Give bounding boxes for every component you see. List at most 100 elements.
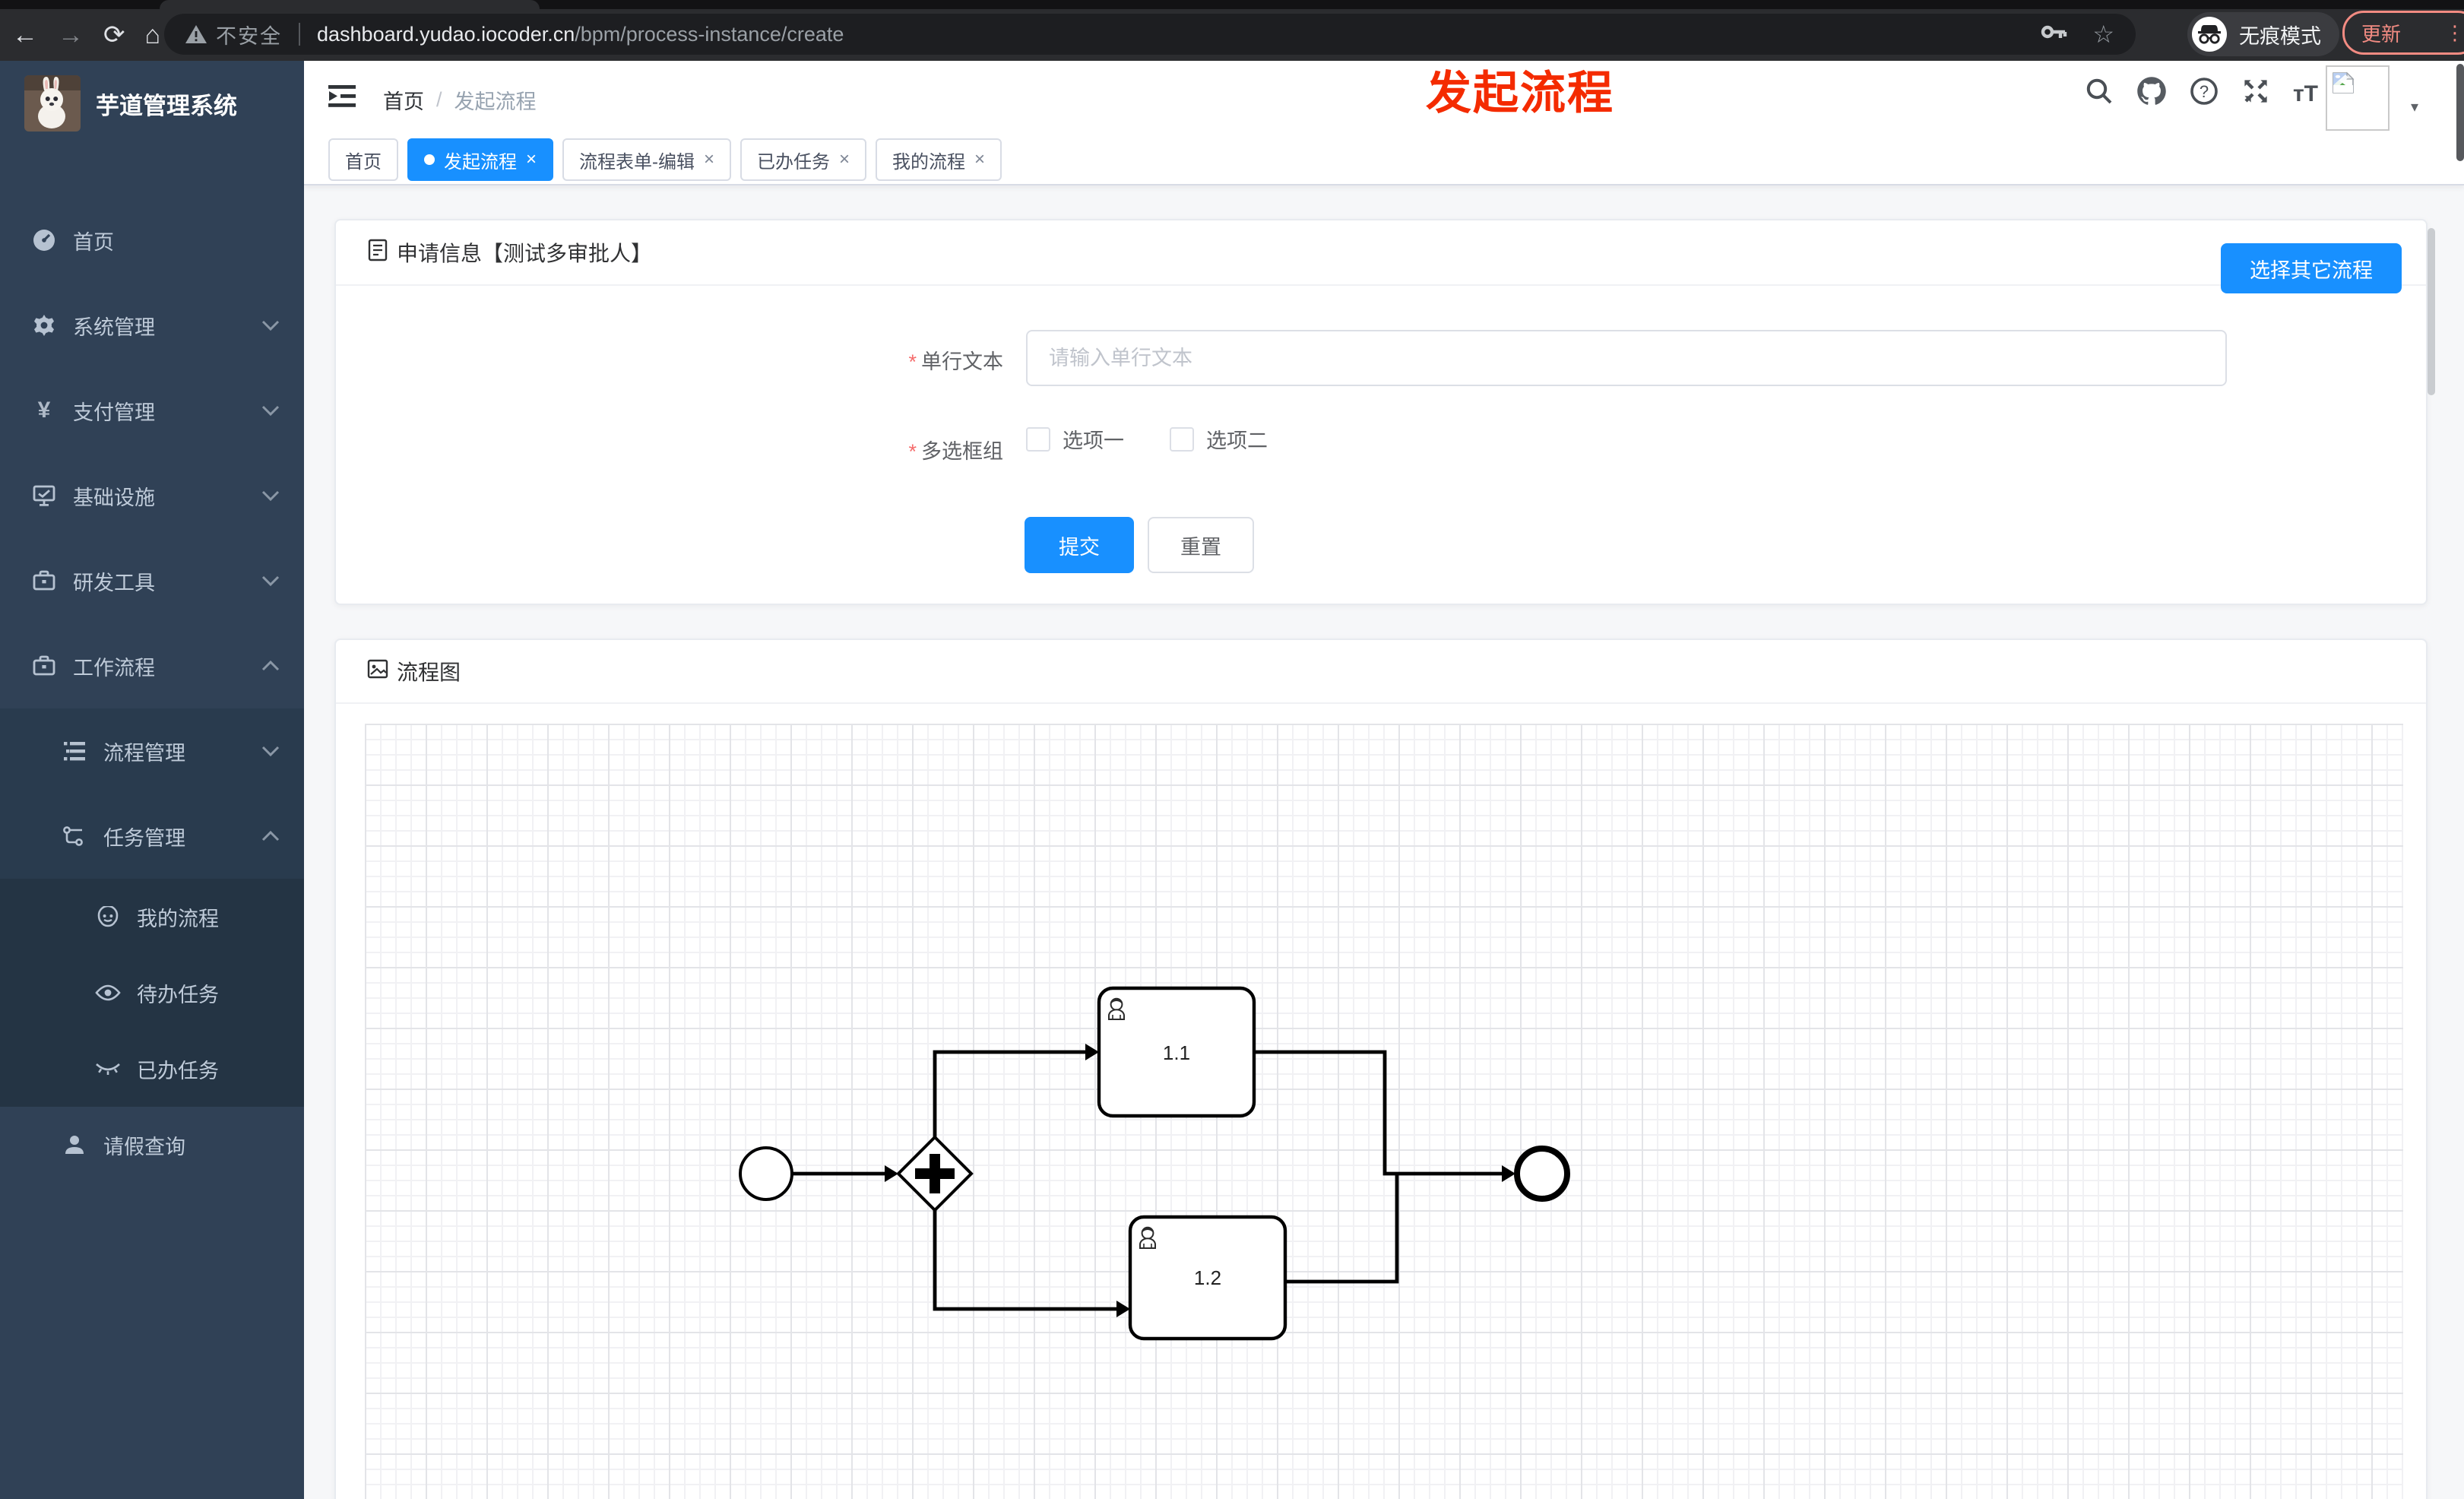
sidebar-item-label: 请假查询 <box>103 1135 185 1158</box>
tab-close-icon[interactable]: × <box>526 149 537 170</box>
sidebar-item-home[interactable]: 首页 <box>0 198 304 283</box>
breadcrumb-home[interactable]: 首页 <box>383 85 424 115</box>
checkbox-label: 选项一 <box>1063 429 1124 452</box>
sidebar-item-label: 任务管理 <box>103 826 185 850</box>
chevron-down-icon <box>261 314 280 338</box>
breadcrumb-separator: / <box>436 88 442 111</box>
chevron-down-icon <box>261 399 280 423</box>
incognito-badge: 无痕模式 <box>2187 12 2339 56</box>
task-label: 1.2 <box>1194 1266 1221 1289</box>
checkbox-option-1[interactable]: 选项一 <box>1026 424 1124 454</box>
end-event[interactable] <box>1514 1146 1570 1202</box>
required-mark: * <box>908 440 917 463</box>
password-key-icon[interactable] <box>2041 23 2068 46</box>
tab-close-icon[interactable]: × <box>839 149 850 170</box>
github-icon[interactable] <box>2136 76 2167 113</box>
user-task-1-2[interactable]: 1.2 <box>1128 1215 1287 1341</box>
checkbox-group: 选项一 选项二 <box>1026 424 1268 454</box>
parallel-gateway[interactable] <box>896 1135 974 1212</box>
sidebar-item-label: 我的流程 <box>137 907 219 930</box>
sidebar-item-task-mgmt[interactable]: 任务管理 <box>0 794 304 879</box>
avatar-caret-icon[interactable]: ▾ <box>2411 97 2418 116</box>
checkbox-icon[interactable] <box>1170 426 1194 452</box>
url-host: dashboard.yudao.iocoder.cn <box>317 22 575 46</box>
diagram-card-header: 流程图 <box>336 640 2426 704</box>
back-icon[interactable]: ← <box>12 21 38 50</box>
tab-done-tasks[interactable]: 已办任务 × <box>740 138 867 181</box>
flow-gateway-to-task1 <box>933 1050 1085 1137</box>
tab-my-process[interactable]: 我的流程 × <box>876 138 1002 181</box>
font-size-icon[interactable]: тT <box>2293 81 2318 107</box>
flow-task2-to-end <box>1285 1175 1399 1284</box>
sidebar-item-process-mgmt[interactable]: 流程管理 <box>0 708 304 794</box>
view-tabs: 首页 发起流程 × 流程表单-编辑 × 已办任务 × 我的流程 × <box>304 135 2464 185</box>
sidebar-item-system[interactable]: 系统管理 <box>0 283 304 368</box>
submit-button[interactable]: 提交 <box>1025 517 1134 573</box>
app-logo[interactable]: 芋道管理系统 <box>0 61 304 146</box>
tab-close-icon[interactable]: × <box>704 149 714 170</box>
document-icon <box>366 239 389 267</box>
eye-closed-icon <box>94 1060 122 1078</box>
checkbox-option-2[interactable]: 选项二 <box>1170 424 1268 454</box>
forward-icon[interactable]: → <box>58 21 84 50</box>
logo-rabbit-image <box>24 75 81 132</box>
tab-form-edit[interactable]: 流程表单-编辑 × <box>562 138 732 181</box>
chevron-up-icon <box>261 654 280 678</box>
reload-icon[interactable]: ⟳ <box>103 20 125 50</box>
sidebar-item-my-process[interactable]: 我的流程 <box>0 879 304 955</box>
tab-start-process[interactable]: 发起流程 × <box>407 138 554 181</box>
divider <box>299 23 300 46</box>
incognito-label: 无痕模式 <box>2239 24 2321 48</box>
reset-button[interactable]: 重置 <box>1148 517 1254 573</box>
breadcrumb: 首页 / 发起流程 <box>383 85 537 115</box>
browser-active-tab[interactable] <box>160 0 540 9</box>
robot-face-icon <box>94 906 122 927</box>
start-event[interactable] <box>739 1146 793 1201</box>
single-text-input[interactable] <box>1026 330 2227 386</box>
chrome-menu-icon[interactable]: ⋮ <box>2445 21 2464 45</box>
home-icon[interactable]: ⌂ <box>145 21 161 50</box>
chevron-down-icon <box>261 484 280 508</box>
help-icon[interactable]: ? <box>2190 77 2219 112</box>
sidebar-item-infra[interactable]: 基础设施 <box>0 453 304 538</box>
svg-text:?: ? <box>2200 82 2209 101</box>
address-bar[interactable]: 不安全 dashboard.yudao.iocoder.cn /bpm/proc… <box>164 14 2136 55</box>
tab-label: 已办任务 <box>757 151 831 173</box>
fullscreen-icon[interactable] <box>2241 77 2270 112</box>
checkbox-icon[interactable] <box>1026 426 1050 452</box>
eye-open-icon <box>94 984 122 1002</box>
sidebar-item-payment[interactable]: ¥ 支付管理 <box>0 368 304 453</box>
window-scrollbar-thumb[interactable] <box>2456 64 2464 161</box>
sidebar-item-done-tasks[interactable]: 已办任务 <box>0 1031 304 1107</box>
user-task-1-1[interactable]: 1.1 <box>1097 986 1256 1118</box>
app-title: 芋道管理系统 <box>96 92 237 119</box>
sidebar-collapse-icon[interactable] <box>327 84 357 116</box>
insecure-label: 不安全 <box>216 24 282 48</box>
flow-gateway-to-task2 <box>933 1210 1116 1311</box>
bpmn-canvas[interactable]: 1.1 1.2 <box>365 724 2403 1499</box>
tab-close-icon[interactable]: × <box>974 149 985 170</box>
breadcrumb-current: 发起流程 <box>454 90 537 113</box>
sidebar-item-label: 研发工具 <box>73 571 155 594</box>
checkbox-label: 选项二 <box>1206 429 1268 452</box>
chrome-update-button[interactable]: 更新 ⋮ <box>2342 11 2464 55</box>
flow-task1-to-end <box>1254 1050 1502 1176</box>
browser-tabstrip <box>0 0 2464 9</box>
sidebar-item-leave-query[interactable]: 请假查询 <box>0 1107 304 1183</box>
sidebar-item-devtools[interactable]: 研发工具 <box>0 538 304 623</box>
monitor-icon <box>30 483 58 508</box>
tab-home[interactable]: 首页 <box>328 138 398 181</box>
content-scrollbar-thumb[interactable] <box>2428 228 2435 395</box>
field-label: 单行文本 <box>921 350 1003 373</box>
url-path: /bpm/process-instance/create <box>575 22 844 46</box>
tab-label: 我的流程 <box>892 151 966 173</box>
form-card-title: 申请信息【测试多审批人】 <box>397 242 653 265</box>
search-icon[interactable] <box>2085 77 2114 112</box>
avatar[interactable] <box>2326 65 2390 131</box>
bookmark-star-icon[interactable]: ☆ <box>2092 20 2114 49</box>
sidebar-item-todo-tasks[interactable]: 待办任务 <box>0 955 304 1031</box>
sidebar-item-workflow[interactable]: 工作流程 <box>0 623 304 708</box>
form-card-header: 申请信息【测试多审批人】 <box>336 220 2426 286</box>
tab-label: 流程表单-编辑 <box>579 151 695 173</box>
choose-other-process-button[interactable]: 选择其它流程 <box>2221 243 2402 293</box>
